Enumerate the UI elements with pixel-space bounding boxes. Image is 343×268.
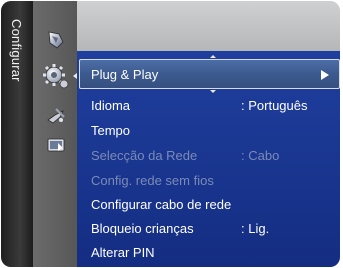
category-icon-column: [33, 1, 77, 267]
active-category-pointer: [73, 73, 77, 79]
menu-item-bloqueio-criancas[interactable]: Bloqueio crianças : Lig.: [91, 219, 336, 239]
menu-item-label: Configurar cabo de rede: [91, 197, 232, 212]
menu-item-value: : Lig.: [241, 221, 270, 236]
satellite-icon[interactable]: [45, 105, 67, 127]
menu-item-label: Config. rede sem fios: [91, 173, 214, 188]
menu-item-label: Selecção da Rede: [91, 148, 198, 163]
setup-gear-icon[interactable]: [41, 61, 71, 91]
menu-item-label: Idioma: [91, 98, 131, 113]
scroll-up-icon[interactable]: [210, 55, 216, 58]
submenu-arrow-icon: [321, 70, 329, 80]
tv-menu-frame: Configurar Plug & Play Idioma: Portuguê…: [1, 1, 340, 267]
category-side-tab: Configurar: [1, 1, 33, 267]
menu-item-seleccao-rede: Selecção da Rede : Cabo: [91, 146, 336, 166]
menu-item-label: Tempo: [91, 123, 131, 138]
picture-icon[interactable]: [45, 29, 67, 51]
category-title: Configurar: [9, 19, 24, 82]
menu-item-label: Plug & Play: [91, 67, 159, 82]
menu-item-config-rede-sem-fios: Config. rede sem fios: [91, 171, 336, 191]
menu-item-label: Alterar PIN: [91, 245, 155, 260]
scroll-down-icon[interactable]: [210, 90, 216, 93]
menu-item-tempo[interactable]: Tempo: [91, 121, 336, 141]
input-icon[interactable]: [45, 134, 67, 156]
menu-item-label: Bloqueio crianças: [91, 221, 194, 236]
menu-item-configurar-cabo-rede[interactable]: Configurar cabo de rede: [91, 195, 336, 215]
menu-item-plug-and-play[interactable]: Plug & Play: [79, 59, 340, 89]
menu-item-idioma[interactable]: Idioma : Português: [91, 96, 336, 116]
menu-header-area: [77, 1, 340, 51]
menu-item-value: : Cabo: [241, 148, 280, 163]
menu-item-value: : Português: [241, 98, 308, 113]
menu-item-alterar-pin[interactable]: Alterar PIN: [91, 243, 336, 263]
